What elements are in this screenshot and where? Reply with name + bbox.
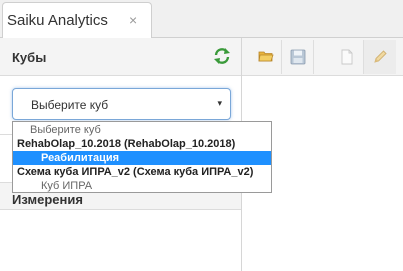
edit-pencil-icon	[374, 50, 387, 63]
dropdown-group-ipra: Схема куба ИПРА_v2 (Схема куба ИПРА_v2)	[17, 166, 254, 178]
dropdown-group-rehabolap: RehabOlap_10.2018 (RehabOlap_10.2018)	[17, 138, 236, 150]
cubes-title: Кубы	[12, 50, 47, 65]
save-query-button[interactable]	[282, 40, 314, 74]
open-query-button[interactable]	[250, 40, 282, 74]
tab-saiku-analytics[interactable]: Saiku Analytics ×	[2, 2, 152, 39]
query-toolbar	[242, 38, 403, 76]
cube-select[interactable]: Выберите куб ▾	[12, 88, 231, 120]
folder-open-icon	[258, 51, 274, 62]
edit-query-button[interactable]	[364, 40, 396, 74]
tab-bar: Saiku Analytics ×	[0, 0, 403, 39]
dropdown-placeholder-option[interactable]: Выберите куб	[13, 123, 271, 137]
new-query-button[interactable]	[332, 40, 364, 74]
cube-dropdown-list: Выберите куб RehabOlap_10.2018 (RehabOla…	[12, 121, 272, 193]
dimensions-title: Измерения	[12, 192, 83, 207]
cube-select-value: Выберите куб	[31, 98, 109, 112]
new-document-icon	[341, 49, 353, 65]
close-icon[interactable]: ×	[129, 12, 137, 28]
refresh-icon[interactable]	[213, 47, 231, 65]
dropdown-option-ipra-cube[interactable]: Куб ИПРА	[13, 179, 271, 193]
dropdown-option-rehabilitation[interactable]: Реабилитация	[13, 151, 271, 165]
save-icon	[290, 49, 306, 65]
tab-title: Saiku Analytics	[7, 12, 108, 29]
chevron-down-icon: ▾	[217, 98, 222, 108]
cubes-header: Кубы	[0, 38, 241, 76]
